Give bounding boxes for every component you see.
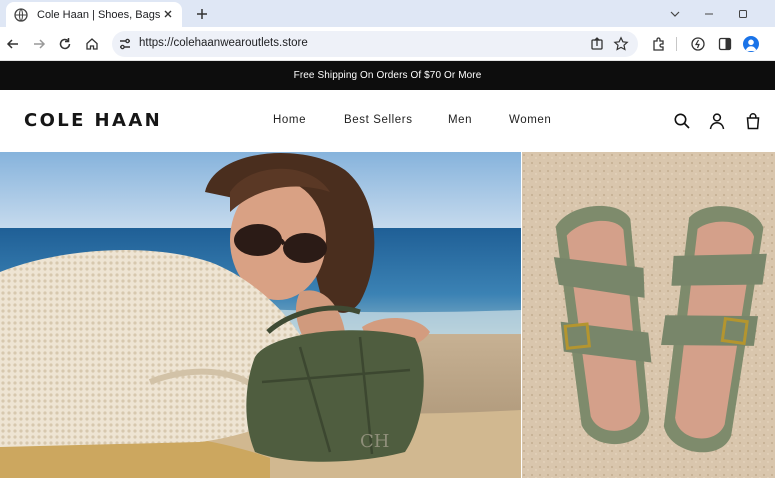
reload-button[interactable] (55, 34, 75, 54)
performance-button[interactable] (689, 35, 707, 53)
back-button[interactable] (3, 34, 23, 54)
share-icon[interactable] (589, 36, 605, 52)
announcement-text: Free Shipping On Orders Of $70 Or More (293, 70, 482, 81)
minimize-icon (704, 9, 714, 19)
browser-toolbar: https://colehaanwearoutlets.store (0, 27, 775, 61)
nav-women[interactable]: Women (509, 114, 551, 126)
nav-best-sellers[interactable]: Best Sellers (344, 114, 413, 126)
back-icon (6, 37, 20, 51)
performance-icon (690, 36, 706, 52)
announcement-bar: Free Shipping On Orders Of $70 Or More (0, 61, 775, 90)
hero-image-beach-model[interactable]: CH (0, 152, 521, 478)
tab-title: Cole Haan | Shoes, Bags and Ac (37, 8, 161, 21)
side-panel-button[interactable] (716, 35, 734, 53)
address-bar[interactable]: https://colehaanwearoutlets.store (112, 31, 638, 57)
hero-image-sandals[interactable] (522, 152, 775, 478)
site-logo[interactable]: COLE HAAN (24, 110, 162, 131)
extensions-button[interactable] (650, 35, 668, 53)
maximize-icon (738, 9, 748, 19)
nav-home[interactable]: Home (273, 114, 306, 126)
profile-icon[interactable] (743, 36, 759, 52)
hero-banner[interactable]: CH (0, 152, 775, 478)
minimize-button[interactable] (692, 0, 726, 27)
sidepanel-icon (717, 36, 733, 52)
new-tab-button[interactable] (192, 4, 212, 24)
extensions-icon (651, 36, 667, 52)
site-settings-icon[interactable] (118, 37, 132, 51)
forward-button[interactable] (29, 34, 49, 54)
tab-search-button[interactable] (658, 0, 692, 27)
forward-icon (32, 37, 46, 51)
maximize-button[interactable] (726, 0, 760, 27)
globe-icon (14, 7, 28, 22)
plus-icon (196, 8, 208, 20)
home-button[interactable] (82, 34, 102, 54)
site-header: COLE HAAN Home Best Sellers Men Women (0, 90, 775, 152)
account-icon[interactable] (708, 112, 726, 130)
url-text[interactable]: https://colehaanwearoutlets.store (139, 37, 308, 49)
nav-men[interactable]: Men (448, 114, 472, 126)
browser-tab[interactable]: Cole Haan | Shoes, Bags and Ac (6, 2, 182, 27)
chevron-down-icon (670, 9, 680, 19)
star-icon[interactable] (613, 36, 629, 52)
svg-text:CH: CH (360, 431, 389, 452)
toolbar-divider (676, 37, 677, 51)
reload-icon (58, 37, 72, 51)
search-icon[interactable] (673, 112, 691, 130)
browser-tab-strip: Cole Haan | Shoes, Bags and Ac (0, 0, 775, 27)
close-icon[interactable] (162, 8, 174, 20)
bag-icon[interactable] (744, 112, 762, 130)
home-icon (85, 37, 99, 51)
